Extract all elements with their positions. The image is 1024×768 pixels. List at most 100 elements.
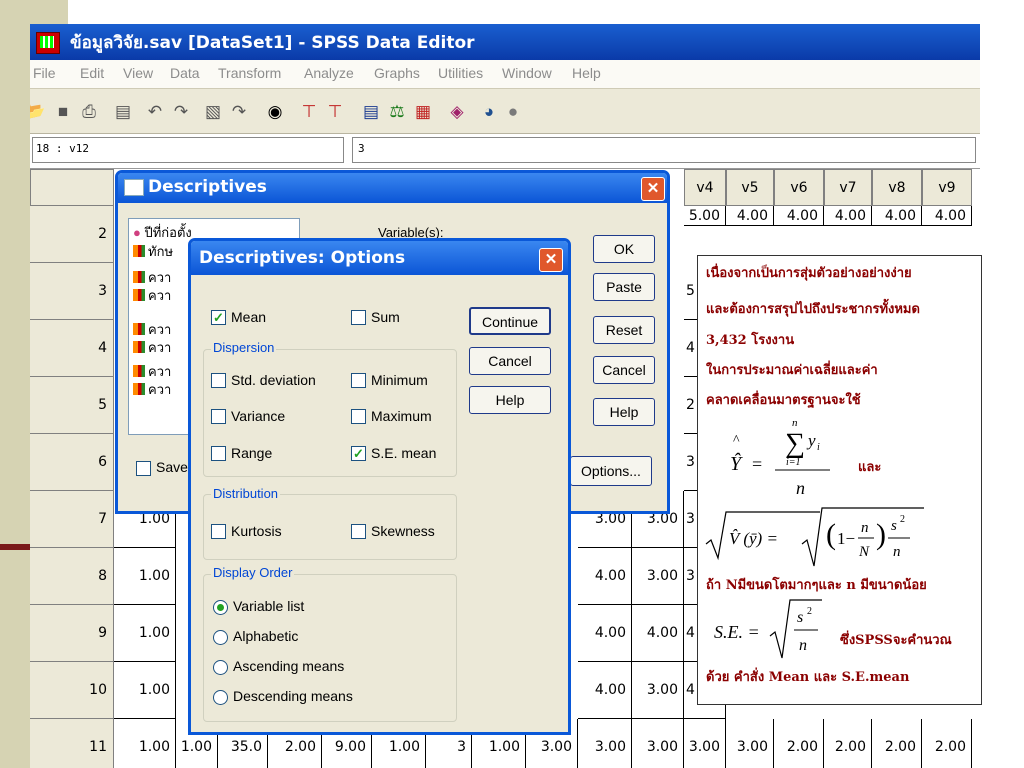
list-item[interactable]: ควา bbox=[133, 285, 171, 306]
table-cell[interactable]: 4.00 bbox=[774, 206, 824, 226]
range-checkbox[interactable] bbox=[211, 446, 226, 461]
menu-utilities[interactable]: Utilities bbox=[438, 65, 483, 81]
col-header-v6[interactable]: v6 bbox=[774, 169, 824, 206]
table-cell[interactable]: 1.00 bbox=[114, 548, 176, 605]
table-cell[interactable]: 3.00 bbox=[684, 719, 726, 768]
col-header-v7[interactable]: v7 bbox=[824, 169, 872, 206]
col-header-v4[interactable]: v4 bbox=[684, 169, 726, 206]
row-header[interactable]: 8 bbox=[30, 548, 114, 605]
undo-icon[interactable]: ↶ bbox=[144, 101, 166, 123]
col-header-v9[interactable]: v9 bbox=[922, 169, 972, 206]
mean-checkbox[interactable]: ✓ bbox=[211, 310, 226, 325]
save-icon[interactable]: ■ bbox=[52, 101, 74, 123]
list-item[interactable]: ● ปีที่ก่อตั้ง bbox=[133, 222, 192, 243]
cancel-button[interactable]: Cancel bbox=[593, 356, 655, 384]
show-all-variables-icon[interactable]: ● bbox=[502, 101, 524, 123]
continue-button[interactable]: Continue bbox=[469, 307, 551, 335]
row-header[interactable]: 7 bbox=[30, 491, 114, 548]
cell-value-input[interactable]: 3 bbox=[352, 137, 976, 163]
table-cell[interactable]: 4.00 bbox=[922, 206, 972, 226]
goto-case-icon[interactable]: ↷ bbox=[228, 101, 250, 123]
print-icon[interactable]: ⎙ bbox=[78, 101, 100, 123]
table-cell[interactable]: 3.00 bbox=[726, 719, 774, 768]
close-icon[interactable]: ✕ bbox=[641, 177, 665, 201]
maximum-checkbox[interactable] bbox=[351, 409, 366, 424]
insert-variable-icon[interactable]: ⊤ bbox=[324, 101, 346, 123]
reset-button[interactable]: Reset bbox=[593, 316, 655, 344]
col-header-v5[interactable]: v5 bbox=[726, 169, 774, 206]
find-binoculars-icon[interactable]: ◉ bbox=[264, 101, 286, 123]
list-item[interactable]: ทักษ bbox=[133, 241, 173, 262]
table-cell[interactable]: 4.00 bbox=[632, 605, 684, 662]
options-help-button[interactable]: Help bbox=[469, 386, 551, 414]
minimum-checkbox[interactable] bbox=[351, 373, 366, 388]
table-cell[interactable]: 3.00 bbox=[632, 662, 684, 719]
menu-view[interactable]: View bbox=[123, 65, 153, 81]
row-header[interactable]: 6 bbox=[30, 434, 114, 491]
menu-window[interactable]: Window bbox=[502, 65, 552, 81]
save-standardized-checkbox[interactable] bbox=[136, 461, 151, 476]
table-cell[interactable]: 4.00 bbox=[578, 662, 632, 719]
options-button[interactable]: Options... bbox=[570, 456, 652, 486]
list-item[interactable]: ควา bbox=[133, 337, 171, 358]
table-cell[interactable]: 4.00 bbox=[578, 605, 632, 662]
sum-checkbox[interactable] bbox=[351, 310, 366, 325]
menu-analyze[interactable]: Analyze bbox=[304, 65, 354, 81]
table-cell[interactable]: 5.00 bbox=[684, 206, 726, 226]
row-header[interactable]: 10 bbox=[30, 662, 114, 719]
variable-list-radio[interactable] bbox=[213, 600, 228, 615]
value-labels-icon[interactable]: ◈ bbox=[446, 101, 468, 123]
insert-cases-icon[interactable]: ⊤ bbox=[298, 101, 320, 123]
alphabetic-radio[interactable] bbox=[213, 630, 228, 645]
table-cell[interactable]: 4.00 bbox=[578, 548, 632, 605]
table-cell[interactable]: 2.00 bbox=[824, 719, 872, 768]
options-cancel-button[interactable]: Cancel bbox=[469, 347, 551, 375]
close-icon[interactable]: ✕ bbox=[539, 248, 563, 272]
select-cases-icon[interactable]: ▦ bbox=[412, 101, 434, 123]
row-header[interactable]: 2 bbox=[30, 206, 114, 263]
weight-cases-icon[interactable]: ⚖ bbox=[386, 101, 408, 123]
row-header[interactable]: 5 bbox=[30, 377, 114, 434]
list-item[interactable]: ควา bbox=[133, 379, 171, 400]
descending-means-radio[interactable] bbox=[213, 690, 228, 705]
row-header[interactable]: 4 bbox=[30, 320, 114, 377]
kurtosis-checkbox[interactable] bbox=[211, 524, 226, 539]
svg-text:s: s bbox=[797, 609, 803, 626]
table-cell[interactable]: 2.00 bbox=[774, 719, 824, 768]
table-cell[interactable]: 2.00 bbox=[922, 719, 972, 768]
table-cell[interactable]: 1.00 bbox=[114, 605, 176, 662]
table-cell[interactable]: 1.00 bbox=[114, 719, 176, 768]
menu-help[interactable]: Help bbox=[572, 65, 601, 81]
ok-button[interactable]: OK bbox=[593, 235, 655, 263]
ascending-means-radio[interactable] bbox=[213, 660, 228, 675]
split-file-icon[interactable]: ▤ bbox=[360, 101, 382, 123]
dialog-recall-icon[interactable]: ▤ bbox=[112, 101, 134, 123]
menu-edit[interactable]: Edit bbox=[80, 65, 104, 81]
col-header-v8[interactable]: v8 bbox=[872, 169, 922, 206]
table-cell[interactable]: 3.00 bbox=[632, 719, 684, 768]
table-cell[interactable]: 3.00 bbox=[632, 548, 684, 605]
menu-file[interactable]: File bbox=[33, 65, 56, 81]
goto-chart-icon[interactable]: ▧ bbox=[202, 101, 224, 123]
row-header[interactable]: 9 bbox=[30, 605, 114, 662]
table-cell[interactable]: 2.00 bbox=[872, 719, 922, 768]
std-deviation-checkbox[interactable] bbox=[211, 373, 226, 388]
menu-transform[interactable]: Transform bbox=[218, 65, 281, 81]
table-cell[interactable]: 4.00 bbox=[872, 206, 922, 226]
variance-checkbox[interactable] bbox=[211, 409, 226, 424]
menu-data[interactable]: Data bbox=[170, 65, 200, 81]
help-button[interactable]: Help bbox=[593, 398, 655, 426]
row-header[interactable]: 11 bbox=[30, 719, 114, 768]
paste-button[interactable]: Paste bbox=[593, 273, 655, 301]
se-mean-checkbox[interactable]: ✓ bbox=[351, 446, 366, 461]
table-cell[interactable]: 3.00 bbox=[578, 719, 632, 768]
table-cell[interactable]: 4.00 bbox=[726, 206, 774, 226]
open-folder-icon[interactable]: 📂 bbox=[30, 101, 46, 123]
table-cell[interactable]: 4.00 bbox=[824, 206, 872, 226]
skewness-checkbox[interactable] bbox=[351, 524, 366, 539]
row-header[interactable]: 3 bbox=[30, 263, 114, 320]
table-cell[interactable]: 1.00 bbox=[114, 662, 176, 719]
redo-icon[interactable]: ↷ bbox=[170, 101, 192, 123]
use-sets-icon[interactable]: ◕ bbox=[478, 101, 500, 123]
menu-graphs[interactable]: Graphs bbox=[374, 65, 420, 81]
